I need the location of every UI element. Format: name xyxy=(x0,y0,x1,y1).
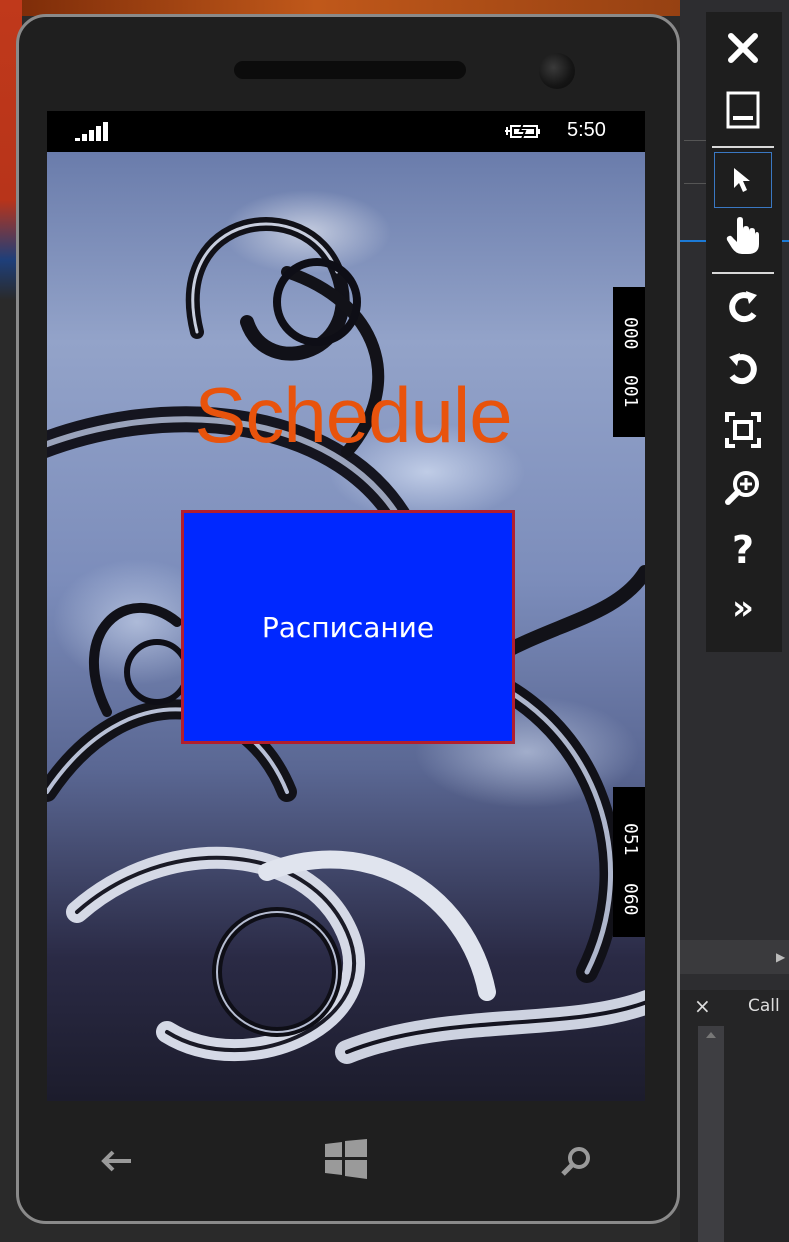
frame-counter-value: 051 xyxy=(620,823,641,856)
phone-camera xyxy=(539,53,575,89)
zoom-icon[interactable] xyxy=(714,460,772,516)
ide-field xyxy=(684,140,707,184)
expand-arrow-icon[interactable]: ▶ xyxy=(776,950,785,964)
rotate-left-icon[interactable] xyxy=(714,280,772,336)
signal-bars-icon xyxy=(75,122,111,141)
help-symbol: ? xyxy=(731,528,755,572)
windows-start-icon[interactable] xyxy=(325,1139,367,1179)
rotate-right-icon[interactable] xyxy=(714,342,772,398)
status-bar: 5:50 xyxy=(47,111,645,152)
help-icon[interactable]: ? xyxy=(714,522,772,578)
back-arrow-icon[interactable] xyxy=(97,1147,137,1175)
app-title: Schedule xyxy=(194,371,512,459)
more-tools-icon[interactable]: » xyxy=(714,580,772,636)
frame-counter-bottom: 051 060 xyxy=(613,787,645,937)
frame-counter-value: 000 xyxy=(620,317,641,350)
ide-lower-bar: ▶ xyxy=(680,940,789,974)
ide-call-panel: × Call xyxy=(680,990,789,1242)
status-clock: 5:50 xyxy=(567,119,606,141)
frame-counter-value: 060 xyxy=(620,883,641,916)
minimize-icon[interactable] xyxy=(714,82,772,138)
frame-counter-value: 001 xyxy=(620,375,641,408)
frame-counter-top: 000 001 xyxy=(613,287,645,437)
panel-scrollbar[interactable] xyxy=(698,1026,724,1242)
phone-speaker xyxy=(234,61,466,79)
panel-close-icon[interactable]: × xyxy=(694,994,711,1018)
emulator-toolbar: ? » xyxy=(706,12,782,652)
phone-emulator: 5:50 Schedule Расписание 000 001 051 060 xyxy=(16,14,680,1224)
charging-battery-icon xyxy=(505,122,540,140)
phone-screen: 5:50 Schedule Расписание 000 001 051 060 xyxy=(47,111,645,1101)
search-icon[interactable] xyxy=(559,1145,593,1179)
scroll-up-icon[interactable] xyxy=(706,1032,716,1038)
app-content: Schedule Расписание 000 001 051 060 xyxy=(47,152,645,1101)
close-icon[interactable] xyxy=(714,20,772,76)
panel-tab-call[interactable]: Call xyxy=(748,996,780,1016)
toolbar-separator xyxy=(712,146,774,148)
schedule-button[interactable]: Расписание xyxy=(181,510,515,744)
more-symbol: » xyxy=(732,588,754,628)
fit-to-screen-icon[interactable] xyxy=(714,402,772,458)
hand-touch-icon[interactable] xyxy=(714,208,772,264)
phone-nav-bar xyxy=(19,1117,683,1197)
toolbar-separator xyxy=(712,272,774,274)
cursor-pointer-icon[interactable] xyxy=(714,152,772,208)
